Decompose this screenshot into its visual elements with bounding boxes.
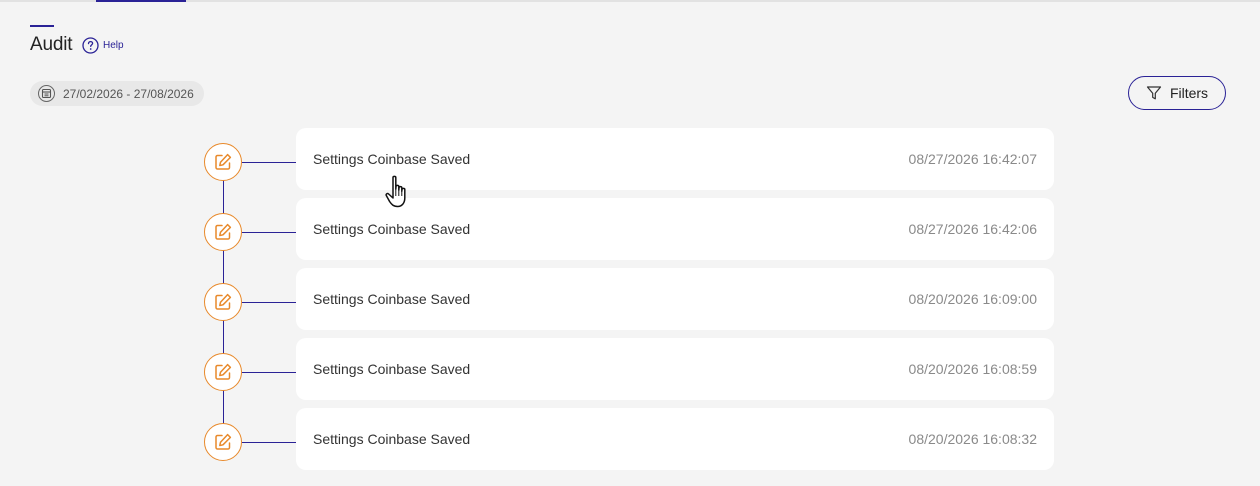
audit-timestamp: 08/20/2026 16:08:32 — [908, 431, 1037, 447]
audit-entry-card[interactable]: Settings Coinbase Saved 08/20/2026 16:08… — [296, 338, 1054, 400]
timeline-node — [204, 353, 242, 391]
filters-label: Filters — [1169, 85, 1209, 101]
audit-entry: Settings Coinbase Saved 08/27/2026 16:42… — [0, 198, 1260, 260]
timeline-connector — [242, 442, 296, 443]
edit-icon — [215, 153, 232, 170]
active-tab-indicator[interactable] — [96, 0, 186, 2]
audit-entry-card[interactable]: Settings Coinbase Saved 08/20/2026 16:08… — [296, 408, 1054, 470]
timeline-node — [204, 283, 242, 321]
timeline-connector — [242, 162, 296, 163]
timeline-connector — [242, 372, 296, 373]
audit-event-label: Settings Coinbase Saved — [313, 291, 471, 307]
timeline-connector — [242, 302, 296, 303]
help-link[interactable]: Help — [82, 37, 124, 54]
date-range-label: 27/02/2026 - 27/08/2026 — [63, 86, 194, 101]
timeline-connector — [242, 232, 296, 233]
page-title: Audit — [30, 34, 73, 55]
audit-entry: Settings Coinbase Saved 08/20/2026 16:08… — [0, 408, 1260, 470]
title-accent-bar — [30, 25, 54, 27]
audit-entry-card[interactable]: Settings Coinbase Saved 08/27/2026 16:42… — [296, 128, 1054, 190]
audit-page: Audit Help 27/02/2026 - 27/08/2026 Filte… — [0, 0, 1260, 486]
edit-icon — [215, 293, 232, 310]
audit-timestamp: 08/27/2026 16:42:07 — [908, 151, 1037, 167]
edit-icon — [215, 363, 232, 380]
audit-entry: Settings Coinbase Saved 08/20/2026 16:09… — [0, 268, 1260, 330]
audit-entry: Settings Coinbase Saved 08/20/2026 16:08… — [0, 338, 1260, 400]
audit-event-label: Settings Coinbase Saved — [313, 151, 471, 167]
help-icon — [82, 37, 99, 54]
timeline-node — [204, 423, 242, 461]
audit-entry-card[interactable]: Settings Coinbase Saved 08/27/2026 16:42… — [296, 198, 1054, 260]
audit-timestamp: 08/27/2026 16:42:06 — [908, 221, 1037, 237]
audit-timestamp: 08/20/2026 16:08:59 — [908, 361, 1037, 377]
date-range-chip[interactable]: 27/02/2026 - 27/08/2026 — [30, 81, 204, 106]
top-tab-strip — [0, 0, 1260, 2]
audit-event-label: Settings Coinbase Saved — [313, 431, 471, 447]
filter-icon — [1146, 86, 1162, 100]
edit-icon — [215, 223, 232, 240]
audit-entry: Settings Coinbase Saved 08/27/2026 16:42… — [0, 128, 1260, 190]
audit-event-label: Settings Coinbase Saved — [313, 361, 471, 377]
audit-timestamp: 08/20/2026 16:09:00 — [908, 291, 1037, 307]
help-label: Help — [103, 40, 124, 51]
audit-event-label: Settings Coinbase Saved — [313, 221, 471, 237]
audit-entry-card[interactable]: Settings Coinbase Saved 08/20/2026 16:09… — [296, 268, 1054, 330]
filters-button[interactable]: Filters — [1128, 76, 1226, 110]
timeline-node — [204, 143, 242, 181]
edit-icon — [215, 433, 232, 450]
timeline-node — [204, 213, 242, 251]
calendar-icon — [38, 85, 55, 102]
